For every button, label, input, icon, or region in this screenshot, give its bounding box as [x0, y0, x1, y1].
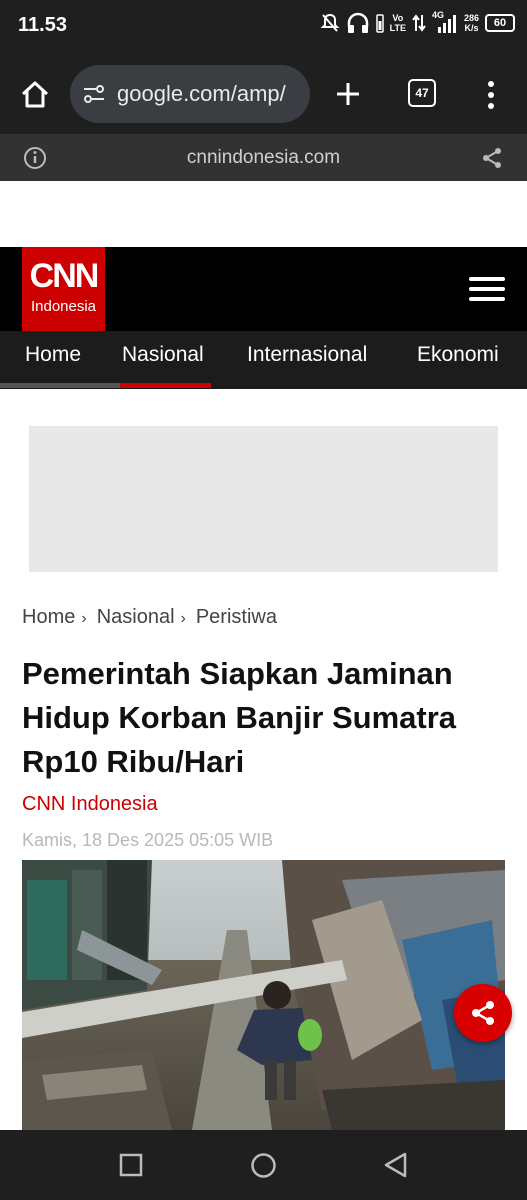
back-icon[interactable] [383, 1152, 409, 1178]
share-icon [472, 1001, 494, 1025]
cnn-logo[interactable]: CNN Indonesia [22, 247, 105, 331]
url-text[interactable]: google.com/amp/ [117, 81, 301, 107]
home-circle-icon[interactable] [250, 1152, 277, 1179]
nav-item-nasional[interactable]: Nasional [122, 343, 204, 367]
chevron-right-icon: › [81, 610, 87, 627]
article-photo [22, 860, 505, 1130]
tab-count: 47 [415, 86, 429, 100]
clock: 11.53 [18, 14, 67, 36]
tab-switcher-button[interactable]: 47 [408, 79, 436, 107]
network-speed: 286 K/s [464, 13, 479, 33]
article-source[interactable]: CNN Indonesia [22, 793, 158, 816]
active-nav-indicator [120, 383, 211, 388]
article-date: Kamis, 18 Des 2025 05:05 WIB [22, 830, 274, 850]
volte-indicator: Vo LTE [390, 13, 406, 33]
speed-value: 286 [463, 13, 479, 23]
chevron-right-icon: › [180, 610, 186, 627]
ad-placeholder [29, 426, 498, 572]
breadcrumb-peristiwa[interactable]: Peristiwa [196, 606, 277, 628]
category-nav: Home Nasional Internasional Ekonomi [0, 331, 527, 389]
site-settings-icon[interactable] [82, 83, 106, 105]
address-bar[interactable]: google.com/amp/ [70, 65, 310, 123]
article-title: Pemerintah Siapkan Jaminan Hidup Korban … [22, 656, 457, 779]
breadcrumb: Home › Nasional › Peristiwa [22, 606, 277, 629]
recents-icon[interactable] [119, 1153, 143, 1177]
amp-origin-bar: cnnindonesia.com [0, 134, 527, 181]
breadcrumb-home[interactable]: Home [22, 606, 75, 628]
battery-small-icon [375, 14, 384, 33]
system-navigation-bar [0, 1130, 527, 1200]
more-menu-icon[interactable] [485, 80, 497, 110]
origin-domain[interactable]: cnnindonesia.com [0, 147, 527, 169]
status-bar: 11.53 Vo LTE 4G 286 K/s 60 [0, 0, 527, 56]
home-icon[interactable] [20, 80, 50, 110]
nav-item-ekonomi[interactable]: Ekonomi [417, 343, 499, 367]
hamburger-menu-icon[interactable] [469, 277, 505, 301]
share-icon[interactable] [480, 146, 504, 170]
logo-subtitle: Indonesia [30, 298, 97, 315]
nav-item-internasional[interactable]: Internasional [247, 343, 367, 367]
notifications-off-icon [320, 13, 340, 32]
data-transfer-icon [412, 14, 426, 32]
headphones-icon [347, 12, 368, 33]
battery-level: 60 [493, 17, 507, 29]
nav-item-home[interactable]: Home [25, 343, 81, 367]
status-icons: Vo LTE 4G 286 K/s 60 [320, 10, 515, 34]
nav-scroll-track [0, 383, 120, 388]
volte-bottom: LTE [389, 23, 406, 33]
breadcrumb-nasional[interactable]: Nasional [97, 606, 175, 628]
browser-toolbar: google.com/amp/ 47 [0, 56, 527, 134]
battery-indicator: 60 [485, 14, 515, 32]
signal-icon [437, 15, 456, 33]
volte-top: Vo [392, 13, 404, 23]
new-tab-icon[interactable] [335, 81, 361, 107]
logo-text: CNN [29, 257, 100, 295]
floating-share-button[interactable] [454, 984, 512, 1042]
signal-indicator: 4G [432, 10, 458, 34]
site-header: CNN Indonesia [0, 247, 527, 331]
speed-unit: K/s [464, 23, 479, 33]
